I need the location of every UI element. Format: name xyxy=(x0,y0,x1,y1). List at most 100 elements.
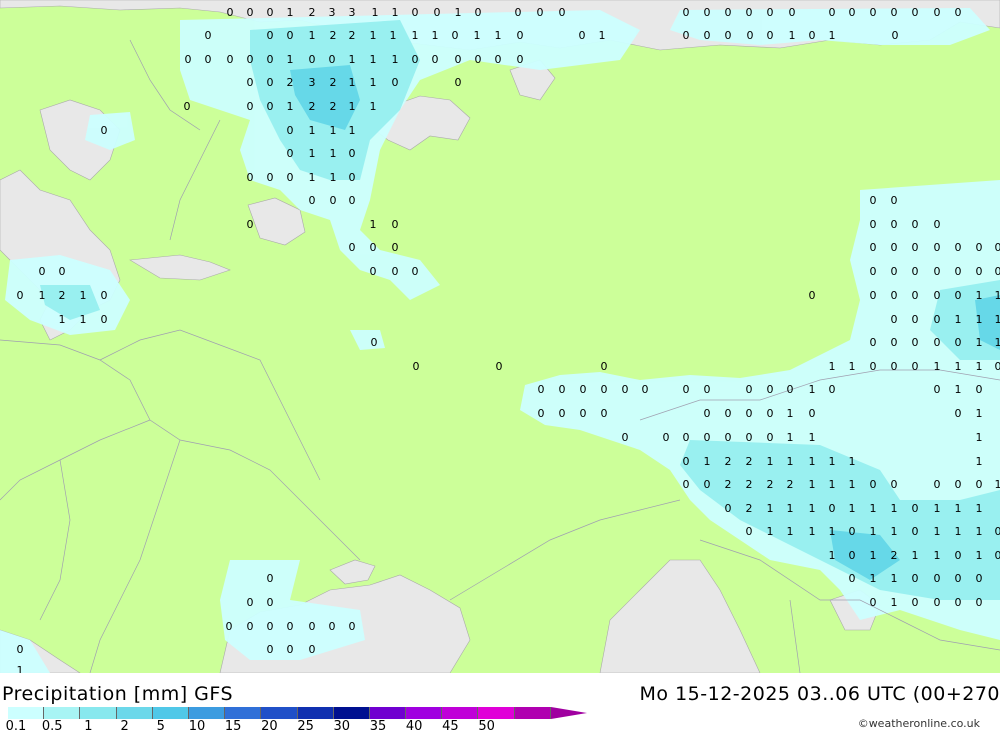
precip-value-label: 0 xyxy=(809,289,816,302)
precip-value-label: 0 xyxy=(349,620,356,633)
precip-value-label: 1 xyxy=(829,455,836,468)
precip-value-label: 1 xyxy=(870,549,877,562)
precip-value-label: 1 xyxy=(976,502,983,515)
legend-tick-label: 50 xyxy=(478,719,495,734)
legend-swatch xyxy=(478,707,514,719)
precip-value-label: 0 xyxy=(601,360,608,373)
precip-value-label: 0 xyxy=(912,336,919,349)
precip-value-label: 1 xyxy=(392,6,399,19)
precip-value-label: 0 xyxy=(995,549,1000,562)
precip-value-label: 2 xyxy=(725,455,732,468)
precip-value-label: 0 xyxy=(413,360,420,373)
precip-value-label: 0 xyxy=(891,241,898,254)
precip-value-label: 1 xyxy=(976,407,983,420)
precip-value-label: 0 xyxy=(849,525,856,538)
legend-tick-label: 1 xyxy=(84,719,92,734)
precip-value-label: 1 xyxy=(829,360,836,373)
precip-value-label: 1 xyxy=(787,455,794,468)
map-timestamp: Mo 15-12-2025 03..06 UTC (00+270 xyxy=(640,683,1000,705)
precip-value-label: 1 xyxy=(349,76,356,89)
precip-value-label: 0 xyxy=(870,360,877,373)
precip-value-label: 0 xyxy=(683,383,690,396)
precip-value-label: 0 xyxy=(976,265,983,278)
precip-value-label: 0 xyxy=(891,6,898,19)
precip-value-label: 0 xyxy=(59,265,66,278)
precip-value-label: 2 xyxy=(746,478,753,491)
precipitation-map[interactable]: 0001233110010000000000000000000012211110… xyxy=(0,0,1000,673)
precip-value-label: 0 xyxy=(976,478,983,491)
credit-link[interactable]: ©weatheronline.co.uk xyxy=(858,717,980,730)
precip-value-label: 1 xyxy=(976,431,983,444)
precip-value-label: 0 xyxy=(370,241,377,254)
precip-value-label: 1 xyxy=(349,53,356,66)
precip-value-label: 1 xyxy=(995,336,1000,349)
precip-value-label: 0 xyxy=(912,218,919,231)
precip-value-label: 0 xyxy=(683,29,690,42)
precip-value-label: 0 xyxy=(392,76,399,89)
precip-value-label: 0 xyxy=(767,407,774,420)
precip-value-label: 0 xyxy=(559,407,566,420)
precip-value-label: 0 xyxy=(995,265,1000,278)
precip-value-label: 0 xyxy=(267,620,274,633)
precip-value-label: 0 xyxy=(976,596,983,609)
precip-value-label: 2 xyxy=(59,289,66,302)
precip-value-label: 0 xyxy=(912,360,919,373)
legend-swatch xyxy=(225,707,261,719)
legend-tick-label: 35 xyxy=(370,719,387,734)
precip-value-label: 1 xyxy=(829,478,836,491)
precip-value-label: 0 xyxy=(101,289,108,302)
precip-value-label: 2 xyxy=(330,76,337,89)
precip-value-label: 0 xyxy=(891,478,898,491)
precip-value-label: 1 xyxy=(870,525,877,538)
precip-value-label: 1 xyxy=(976,455,983,468)
precip-value-label: 0 xyxy=(829,6,836,19)
precip-value-label: 0 xyxy=(622,383,629,396)
precip-value-label: 1 xyxy=(349,100,356,113)
precip-value-label: 0 xyxy=(330,194,337,207)
legend-tick-label: 5 xyxy=(157,719,165,734)
precip-value-label: 0 xyxy=(891,313,898,326)
precip-value-label: 0 xyxy=(955,596,962,609)
precip-value-label: 0 xyxy=(247,171,254,184)
precip-value-label: 1 xyxy=(934,360,941,373)
precip-value-label: 0 xyxy=(267,596,274,609)
precip-value-label: 0 xyxy=(767,431,774,444)
precip-value-label: 1 xyxy=(934,502,941,515)
precip-value-label: 0 xyxy=(267,643,274,656)
precip-value-label: 0 xyxy=(746,407,753,420)
precip-value-label: 0 xyxy=(955,6,962,19)
precip-value-label: 1 xyxy=(976,336,983,349)
precip-value-label: 0 xyxy=(934,313,941,326)
precip-value-label: 0 xyxy=(891,194,898,207)
legend-arrow xyxy=(551,707,587,719)
precip-value-label: 2 xyxy=(767,478,774,491)
precip-value-label: 0 xyxy=(787,383,794,396)
precip-value-label: 0 xyxy=(683,478,690,491)
precip-value-label: 0 xyxy=(934,289,941,302)
precip-value-label: 0 xyxy=(955,549,962,562)
precip-value-label: 0 xyxy=(809,29,816,42)
legend-tick-label: 25 xyxy=(297,719,314,734)
precip-value-label: 2 xyxy=(746,502,753,515)
precip-value-label: 0 xyxy=(17,289,24,302)
precip-value-label: 0 xyxy=(101,313,108,326)
precip-value-label: 0 xyxy=(392,218,399,231)
precip-value-label: 1 xyxy=(330,147,337,160)
precip-value-label: 0 xyxy=(912,265,919,278)
precip-value-label: 1 xyxy=(370,100,377,113)
precip-value-label: 0 xyxy=(955,289,962,302)
precip-value-label: 0 xyxy=(891,265,898,278)
precip-value-label: 0 xyxy=(309,194,316,207)
precip-value-label: 0 xyxy=(579,29,586,42)
precip-value-label: 0 xyxy=(955,241,962,254)
precip-value-label: 0 xyxy=(683,455,690,468)
precip-value-label: 0 xyxy=(267,100,274,113)
legend-swatch xyxy=(44,707,80,719)
precip-value-label: 1 xyxy=(891,502,898,515)
precip-value-label: 0 xyxy=(789,6,796,19)
precip-value-label: 1 xyxy=(976,313,983,326)
precip-value-label: 0 xyxy=(891,289,898,302)
precip-value-label: 0 xyxy=(870,336,877,349)
precip-value-label: 0 xyxy=(683,431,690,444)
precip-value-label: 0 xyxy=(829,502,836,515)
